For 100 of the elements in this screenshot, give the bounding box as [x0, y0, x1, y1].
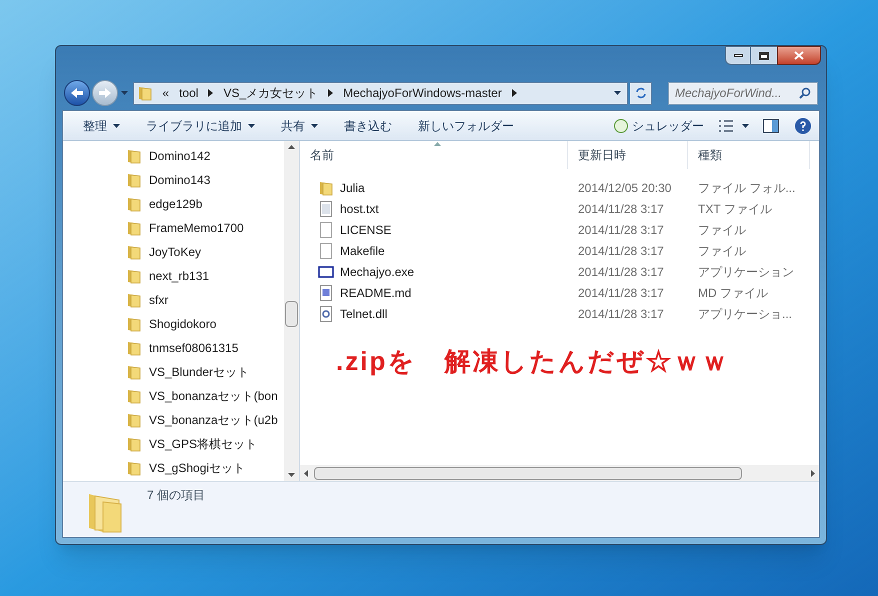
- list-view-icon: [718, 120, 734, 132]
- navigation-item[interactable]: next_rb131: [149, 267, 210, 285]
- document-icon: [319, 284, 333, 300]
- folder-icon: [127, 292, 141, 308]
- type-cell: ファイル フォル...: [698, 180, 796, 194]
- toolbar-button[interactable]: 書き込む: [340, 114, 396, 138]
- navigation-item[interactable]: Domino142: [149, 147, 210, 165]
- down-arrow-icon: [288, 473, 295, 477]
- minimize-button[interactable]: [725, 46, 751, 65]
- breadcrumb[interactable]: VS_メカ女セット: [223, 84, 318, 102]
- file-icon: [319, 222, 333, 238]
- scroll-thumb[interactable]: [314, 466, 742, 480]
- caret-icon: [120, 91, 128, 95]
- refresh-icon: [634, 87, 647, 99]
- caret-icon: [113, 124, 120, 128]
- preview-pane-button[interactable]: [763, 118, 779, 132]
- overflow-chevron[interactable]: «: [162, 84, 170, 102]
- minimize-icon: [734, 54, 742, 57]
- folder-icon: [319, 180, 333, 196]
- folder-icon: [127, 388, 141, 404]
- folder-icon: [127, 364, 141, 380]
- date-cell: 2014/11/28 3:17: [578, 286, 664, 300]
- file-icon: [319, 242, 333, 258]
- horizontal-scrollbar[interactable]: [300, 465, 819, 481]
- navigation-item[interactable]: edge129b: [149, 195, 202, 213]
- breadcrumb[interactable]: tool: [179, 84, 198, 102]
- folder-icon: [127, 316, 141, 332]
- folder-icon: [127, 412, 141, 428]
- shredder-icon: [614, 118, 628, 132]
- view-button[interactable]: [718, 120, 749, 132]
- file-name[interactable]: Julia: [340, 178, 365, 196]
- text-file-icon: [319, 200, 333, 216]
- annotation-text: .zipを 解凍したんだぜ☆ｗｗ: [336, 346, 730, 376]
- navigation-item[interactable]: sfxr: [149, 291, 168, 309]
- date-cell: 2014/11/28 3:17: [578, 244, 664, 258]
- toolbar-button[interactable]: 共有: [277, 114, 322, 138]
- folder-icon: [138, 85, 152, 101]
- search-field[interactable]: MechajyoForWind...: [668, 82, 818, 104]
- breadcrumb[interactable]: MechajyoForWindows-master: [343, 84, 502, 102]
- arrow-left-icon: [70, 87, 84, 99]
- vertical-scrollbar[interactable]: [284, 141, 299, 481]
- navigation-item[interactable]: VS_gShogiセット: [149, 459, 246, 477]
- column-header[interactable]: 名前: [300, 141, 568, 169]
- date-cell: 2014/11/28 3:17: [578, 202, 664, 216]
- navigation-item[interactable]: FrameMemo1700: [149, 219, 244, 237]
- arrow-right-icon: [98, 87, 112, 99]
- forward-button[interactable]: [92, 80, 118, 106]
- column-header[interactable]: 種類: [688, 141, 810, 169]
- file-name[interactable]: Makefile: [340, 242, 385, 260]
- chevron-icon: [208, 89, 214, 97]
- column-header[interactable]: 更新日時: [568, 141, 688, 169]
- chevron-icon: [512, 89, 517, 97]
- folder-icon: [127, 268, 141, 284]
- item-count: 7 個の項目: [147, 487, 206, 504]
- caret-icon: [614, 91, 622, 95]
- right-arrow-icon: [811, 470, 815, 476]
- file-name[interactable]: host.txt: [340, 200, 379, 218]
- shredder-button[interactable]: シュレッダー: [614, 116, 704, 134]
- toolbar-button[interactable]: ライブラリに追加: [142, 114, 259, 138]
- navigation-item[interactable]: VS_Blunderセット: [149, 363, 250, 381]
- gear-file-icon: [319, 306, 333, 322]
- toolbar-button[interactable]: 整理: [79, 114, 124, 138]
- navigation-item[interactable]: VS_GPS将棋セット: [149, 435, 258, 453]
- navigation-item[interactable]: Shogidokoro: [149, 315, 216, 333]
- folder-icon: [127, 196, 141, 212]
- folder-icon: [127, 460, 141, 476]
- maximize-button[interactable]: [751, 46, 777, 65]
- folder-icon: [127, 148, 141, 164]
- file-name[interactable]: LICENSE: [340, 220, 392, 238]
- back-button[interactable]: [64, 80, 90, 106]
- date-cell: 2014/12/05 20:30: [578, 180, 672, 194]
- close-button[interactable]: [777, 46, 821, 65]
- navigation-item[interactable]: VS_bonanzaセット(u2b: [149, 411, 278, 429]
- maximize-icon: [759, 52, 769, 60]
- help-button[interactable]: [795, 118, 811, 134]
- folder-icon: [127, 220, 141, 236]
- folder-icon: [127, 172, 141, 188]
- type-cell: MD ファイル: [698, 286, 768, 300]
- navigation-item[interactable]: Domino143: [149, 171, 210, 189]
- up-arrow-icon: [288, 145, 295, 149]
- window-icon: [318, 266, 334, 278]
- search-icon: [799, 87, 811, 99]
- file-name[interactable]: Telnet.dll: [340, 304, 388, 322]
- scroll-thumb[interactable]: [285, 301, 298, 327]
- pane-icon: [763, 118, 779, 132]
- toolbar-button[interactable]: 新しいフォルダー: [414, 114, 518, 138]
- navigation-item[interactable]: tnmsef08061315: [149, 339, 238, 357]
- help-icon: [800, 120, 806, 130]
- caret-icon: [248, 124, 255, 128]
- navigation-item[interactable]: JoyToKey: [149, 243, 202, 261]
- folder-icon: [127, 436, 141, 452]
- address-bar[interactable]: « tool VS_メカ女セット MechajyoForWindows-master: [133, 82, 628, 104]
- file-name[interactable]: README.md: [340, 284, 412, 302]
- navigation-item[interactable]: VS_bonanzaセット(bon: [149, 387, 278, 405]
- date-cell: 2014/11/28 3:17: [578, 264, 664, 278]
- type-cell: ファイル: [698, 222, 746, 236]
- file-name[interactable]: Mechajyo.exe: [340, 262, 414, 280]
- refresh-button[interactable]: [630, 82, 652, 104]
- type-cell: ファイル: [698, 244, 746, 258]
- type-cell: アプリケーショ...: [698, 306, 792, 320]
